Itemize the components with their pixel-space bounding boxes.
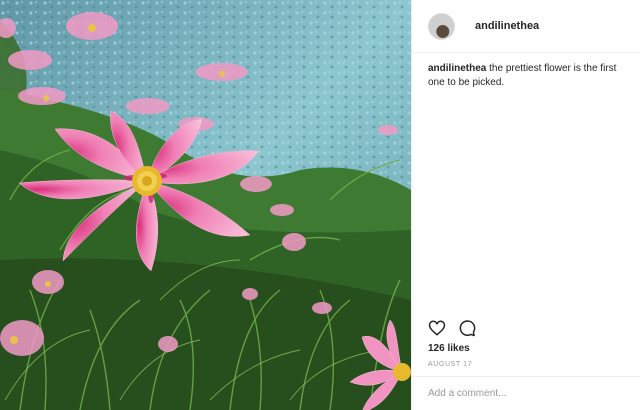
post-caption: andilinethea the prettiest flower is the… — [412, 53, 640, 90]
post-photo[interactable] — [0, 0, 411, 410]
username-link[interactable]: andilinethea — [475, 20, 539, 32]
avatar[interactable] — [428, 12, 455, 40]
post-date[interactable]: AUGUST 17 — [428, 361, 472, 368]
heart-icon[interactable] — [428, 319, 446, 337]
flower-photo-image — [0, 0, 411, 410]
caption-username-link[interactable]: andilinethea — [428, 63, 486, 74]
comment-bar — [412, 376, 640, 410]
post-header: andilinethea — [412, 0, 640, 53]
likes-count[interactable]: 126 likes — [428, 343, 470, 354]
action-bar — [428, 319, 476, 337]
post-sidebar: andilinethea andilinethea the prettiest … — [411, 0, 640, 410]
comment-input[interactable] — [428, 388, 628, 399]
speech-bubble-icon[interactable] — [458, 319, 476, 337]
